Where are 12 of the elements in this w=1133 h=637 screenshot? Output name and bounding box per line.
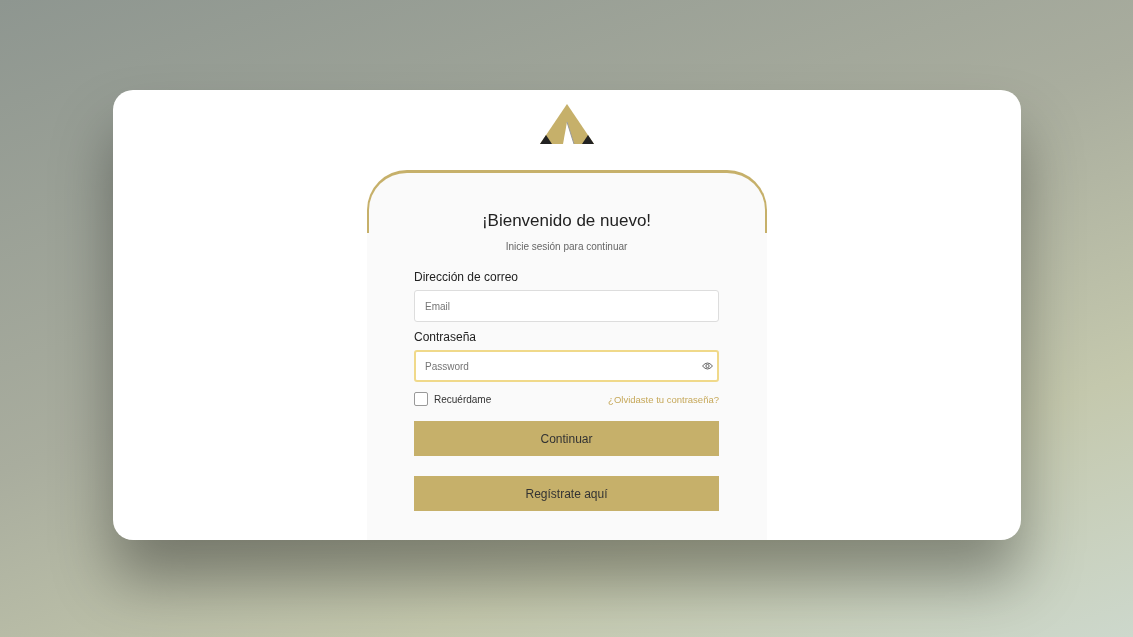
password-field[interactable]: Password (414, 350, 719, 382)
remember-checkbox[interactable] (414, 392, 428, 406)
subtitle: Inicie sesión para continuar (505, 241, 628, 252)
email-field[interactable]: Email (414, 290, 719, 322)
welcome-title: ¡Bienvenido de nuevo! (481, 211, 652, 231)
remember-label: Recuérdame (434, 393, 493, 405)
field-label: Dirección de correo (414, 270, 520, 284)
eye-icon[interactable] (702, 362, 713, 370)
continue-button[interactable]: Continuar (414, 421, 719, 456)
tent-logo-icon (539, 104, 594, 144)
field-label: Contraseña (414, 330, 478, 344)
register-button[interactable]: Regístrate aquí (414, 476, 719, 511)
